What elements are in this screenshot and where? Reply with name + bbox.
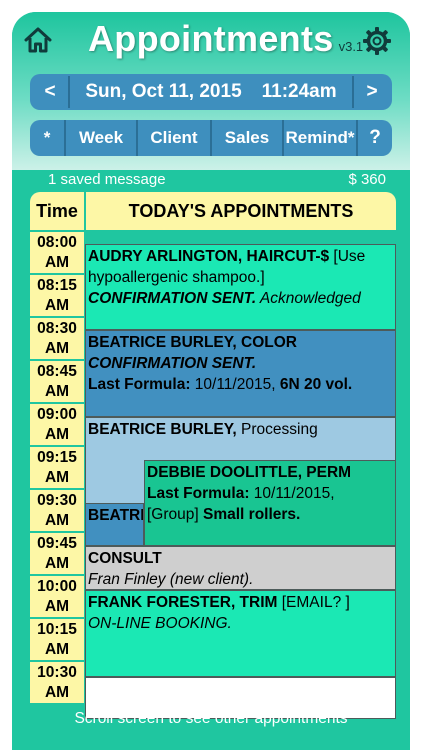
time-slot[interactable]: 09:15 AM bbox=[30, 446, 84, 488]
appointment-beatrice-burley-color[interactable]: BEATRICE BURLEY, COLOR CONFIRMATION SENT… bbox=[85, 330, 396, 417]
tab-star[interactable]: * bbox=[30, 120, 64, 156]
schedule-grid: Time TODAY'S APPOINTMENTS 08:00 AM 08:15 A… bbox=[30, 192, 396, 719]
scroll-hint: Scroll screen to see other appointments bbox=[74, 710, 348, 727]
time-slot[interactable]: 10:00 AM bbox=[30, 575, 84, 617]
time-slot[interactable]: 08:45 AM bbox=[30, 360, 84, 402]
appointment-debbie-doolittle[interactable]: DEBBIE DOOLITTLE, PERM Last Formula: 10/… bbox=[144, 460, 396, 546]
tab-remind[interactable]: Remind* bbox=[284, 120, 356, 156]
previous-day-button[interactable]: < bbox=[34, 76, 66, 108]
appointment-frank-forester[interactable]: FRANK FORESTER, TRIM [EMAIL? ] ON-LINE B… bbox=[85, 590, 396, 677]
time-slot[interactable]: 10:30 AM bbox=[30, 661, 84, 703]
tab-week[interactable]: Week bbox=[66, 120, 136, 156]
home-button[interactable] bbox=[20, 22, 56, 58]
processing-continuation bbox=[85, 460, 144, 504]
saved-message-count[interactable]: 1 saved message bbox=[48, 171, 166, 188]
appointment-consult[interactable]: CONSULT Fran Finley (new client). bbox=[85, 546, 396, 590]
appointments-column-header: TODAY'S APPOINTMENTS bbox=[86, 192, 396, 230]
current-time: 11:24am bbox=[261, 81, 337, 102]
tab-client[interactable]: Client bbox=[138, 120, 210, 156]
sales-total: $ 360 bbox=[348, 171, 386, 188]
header: Appointments v3.1 < Sun, Oct 11, 2015 11… bbox=[12, 12, 410, 170]
gear-icon bbox=[363, 27, 391, 55]
time-column-header: Time bbox=[30, 192, 84, 230]
current-date: Sun, Oct 11, 2015 bbox=[85, 81, 242, 102]
settings-button[interactable] bbox=[358, 22, 396, 60]
time-slot[interactable]: 08:30 AM bbox=[30, 317, 84, 359]
app-frame: Appointments v3.1 < Sun, Oct 11, 2015 11… bbox=[12, 12, 410, 750]
page-title: Appointments bbox=[88, 18, 334, 59]
time-slot[interactable]: 09:30 AM bbox=[30, 489, 84, 531]
time-slot[interactable]: 09:00 AM bbox=[30, 403, 84, 445]
next-day-button[interactable]: > bbox=[356, 76, 388, 108]
home-icon bbox=[24, 27, 52, 53]
status-bar: 1 saved message $ 360 bbox=[12, 170, 410, 192]
time-slot[interactable]: 10:15 AM bbox=[30, 618, 84, 660]
appointment-beatrice-burley-processing[interactable]: BEATRICE BURLEY, Processing bbox=[85, 417, 396, 461]
date-divider bbox=[352, 76, 354, 108]
appointment-beatrice-burley-truncated[interactable]: BEATRI bbox=[85, 503, 144, 546]
time-slot[interactable]: 09:45 AM bbox=[30, 532, 84, 574]
tab-help[interactable]: ? bbox=[358, 120, 392, 156]
time-slot[interactable]: 08:15 AM bbox=[30, 274, 84, 316]
appointment-audry-arlington[interactable]: AUDRY ARLINGTON, HAIRCUT-$ [Use hypoalle… bbox=[85, 244, 396, 330]
tab-sales[interactable]: Sales bbox=[212, 120, 282, 156]
time-slot[interactable]: 08:00 AM bbox=[30, 231, 84, 273]
app-title: Appointments v3.1 bbox=[88, 18, 363, 64]
current-date-display[interactable]: Sun, Oct 11, 2015 11:24am bbox=[70, 76, 352, 108]
